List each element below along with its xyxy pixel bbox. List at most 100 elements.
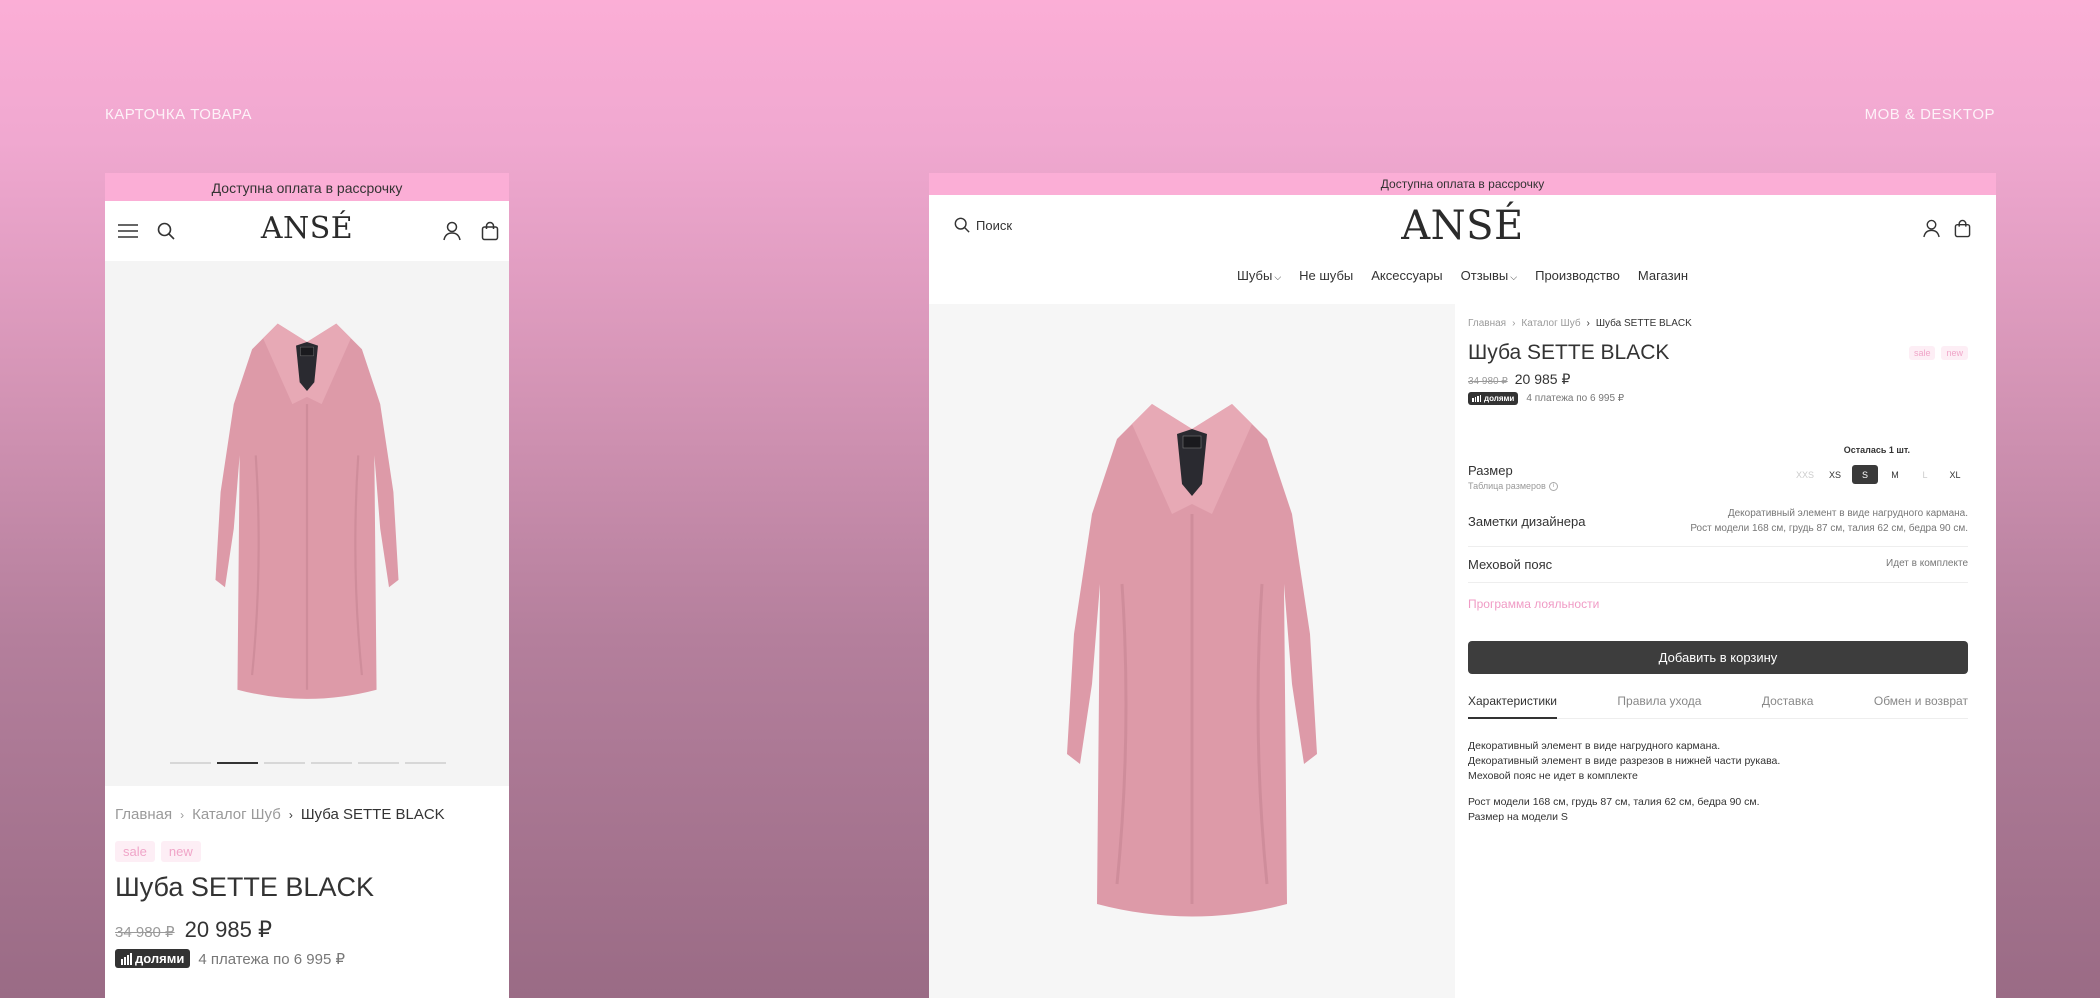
dolyami-badge[interactable]: долями xyxy=(115,949,191,968)
account-icon[interactable] xyxy=(1923,219,1940,243)
installment-text: 4 платежа по 6 995 ₽ xyxy=(198,950,346,968)
product-title: Шуба SETTE BLACK xyxy=(1468,341,1670,364)
size-option-xl[interactable]: XL xyxy=(1942,465,1968,484)
tab-delivery[interactable]: Доставка xyxy=(1762,694,1814,718)
size-label: Размер xyxy=(1468,463,1513,478)
gallery-pagination[interactable] xyxy=(170,762,446,764)
mobile-header: ANSÉ xyxy=(105,201,509,261)
desktop-header: Поиск ANSÉ xyxy=(929,195,1996,261)
description-line: Размер на модели S xyxy=(1468,810,1568,823)
size-option-l[interactable]: L xyxy=(1912,465,1938,484)
chevron-right-icon: › xyxy=(1586,318,1590,329)
product-image xyxy=(187,309,427,719)
chevron-right-icon: › xyxy=(180,807,185,822)
current-price: 20 985 ₽ xyxy=(184,917,272,942)
promo-banner[interactable]: Доступна оплата в рассрочку xyxy=(929,173,1996,195)
add-to-cart-button[interactable]: Добавить в корзину xyxy=(1468,641,1968,674)
breadcrumb: Главная › Каталог Шуб › Шуба SETTE BLACK xyxy=(115,806,499,823)
loyalty-program-link[interactable]: Программа лояльности xyxy=(1468,597,1968,611)
brand-logo[interactable]: ANSÉ xyxy=(261,211,353,246)
menu-icon[interactable] xyxy=(117,220,139,242)
chevron-right-icon: › xyxy=(288,807,293,822)
designer-notes-line: Декоративный элемент в виде нагрудного к… xyxy=(1727,508,1968,519)
sale-badge: sale xyxy=(115,841,155,862)
breadcrumb-catalog[interactable]: Каталог Шуб xyxy=(1521,318,1580,329)
old-price: 34 980 ₽ xyxy=(115,924,175,941)
breadcrumb-catalog[interactable]: Каталог Шуб xyxy=(192,806,281,823)
product-tabs: Характеристики Правила ухода Доставка Об… xyxy=(1468,694,1968,719)
chevron-right-icon: › xyxy=(1512,318,1516,329)
search-icon[interactable] xyxy=(155,220,177,242)
product-gallery[interactable] xyxy=(929,304,1455,998)
gallery-dot-active[interactable] xyxy=(217,762,258,764)
size-table-label: Таблица размеров xyxy=(1468,481,1546,491)
fur-belt-label: Меховой пояс xyxy=(1468,557,1553,572)
breadcrumb-current: Шуба SETTE BLACK xyxy=(300,806,445,823)
product-title: Шуба SETTE BLACK xyxy=(115,872,374,902)
nav-label: Шубы xyxy=(1236,267,1273,283)
cart-icon[interactable] xyxy=(1954,219,1971,243)
size-option-s[interactable]: S xyxy=(1852,465,1878,484)
dolyami-label: долями xyxy=(1484,394,1515,403)
info-icon: i xyxy=(1548,481,1558,491)
account-icon[interactable] xyxy=(441,220,463,242)
breadcrumb-home[interactable]: Главная xyxy=(115,806,172,823)
product-image xyxy=(1042,384,1342,944)
gallery-dot[interactable] xyxy=(311,762,352,764)
gallery-dot[interactable] xyxy=(170,762,211,764)
nav-item-furs[interactable]: Шубы ⌵ xyxy=(1237,268,1281,283)
breadcrumb: Главная › Каталог Шуб › Шуба SETTE BLACK xyxy=(1468,318,1968,329)
promo-banner[interactable]: Доступна оплата в рассрочку xyxy=(105,173,509,201)
fur-belt-value: Идет в комплекте xyxy=(1886,558,1968,570)
gallery-dot[interactable] xyxy=(405,762,446,764)
size-option-xxs[interactable]: XXS xyxy=(1792,465,1818,484)
size-table-link[interactable]: Таблица размеров i xyxy=(1468,481,1558,491)
old-price: 34 980 ₽ xyxy=(1468,376,1508,387)
section-label-product-card: КАРТОЧКА ТОВАРА xyxy=(105,106,252,123)
breadcrumb-home[interactable]: Главная xyxy=(1468,318,1506,329)
nav-item-store[interactable]: Магазин xyxy=(1638,268,1688,283)
new-badge: new xyxy=(160,841,201,862)
installment-row[interactable]: долями 4 платежа по 6 995 ₽ xyxy=(115,949,499,968)
nav-item-production[interactable]: Производство xyxy=(1535,268,1620,283)
dolyami-icon xyxy=(1472,395,1481,402)
designer-notes-value: Декоративный элемент в виде нагрудного к… xyxy=(1690,507,1968,536)
nav-label: Отзывы xyxy=(1460,267,1509,283)
search-icon xyxy=(954,217,970,233)
installment-text: 4 платежа по 6 995 ₽ xyxy=(1526,393,1625,404)
size-option-xs[interactable]: XS xyxy=(1822,465,1848,484)
price-block: 34 980 ₽ 20 985 ₽ xyxy=(115,917,499,943)
price-block: 34 980 ₽ 20 985 ₽ xyxy=(1468,371,1968,388)
tab-characteristics[interactable]: Характеристики xyxy=(1468,694,1557,719)
size-option-m[interactable]: M xyxy=(1882,465,1908,484)
designer-notes-row: Заметки дизайнера Декоративный элемент в… xyxy=(1468,497,1968,547)
chevron-down-icon: ⌵ xyxy=(1274,271,1282,282)
designer-notes-line: Рост модели 168 см, грудь 87 см, талия 6… xyxy=(1690,522,1968,534)
nav-item-reviews[interactable]: Отзывы ⌵ xyxy=(1461,268,1517,283)
dolyami-badge[interactable]: долями xyxy=(1468,392,1519,405)
description-line: Меховой пояс не идет в комплекте xyxy=(1468,770,1638,783)
tab-care[interactable]: Правила ухода xyxy=(1617,694,1701,718)
installment-row[interactable]: долями 4 платежа по 6 995 ₽ xyxy=(1468,392,1968,405)
gallery-dot[interactable] xyxy=(358,762,399,764)
cart-icon[interactable] xyxy=(479,220,501,242)
product-info: Главная › Каталог Шуб › Шуба SETTE BLACK… xyxy=(1468,318,1968,825)
product-gallery[interactable] xyxy=(105,261,509,786)
designer-notes-label: Заметки дизайнера xyxy=(1468,514,1586,529)
nav-item-not-furs[interactable]: Не шубы xyxy=(1299,268,1353,283)
brand-logo[interactable]: ANSÉ xyxy=(1401,203,1524,249)
main-nav: Шубы ⌵ Не шубы Аксессуары Отзывы ⌵ Произво… xyxy=(929,255,1996,295)
product-badges: sale new xyxy=(1908,346,1968,360)
description-line: Рост модели 168 см, грудь 87 см, талия 6… xyxy=(1468,795,1760,808)
search-button[interactable]: Поиск xyxy=(954,217,1012,233)
sale-badge: sale xyxy=(1908,346,1936,360)
new-badge: new xyxy=(1941,346,1968,360)
characteristics-text: Декоративный элемент в виде нагрудного к… xyxy=(1468,739,1968,825)
search-label: Поиск xyxy=(976,217,1013,233)
gallery-dot[interactable] xyxy=(264,762,305,764)
stock-tooltip: Осталась 1 шт. xyxy=(1843,445,1910,455)
fur-belt-row: Меховой пояс Идет в комплекте xyxy=(1468,547,1968,583)
nav-item-accessories[interactable]: Аксессуары xyxy=(1371,268,1442,283)
description-line: Декоративный элемент в виде разрезов в н… xyxy=(1468,755,1781,768)
tab-returns[interactable]: Обмен и возврат xyxy=(1874,694,1968,718)
